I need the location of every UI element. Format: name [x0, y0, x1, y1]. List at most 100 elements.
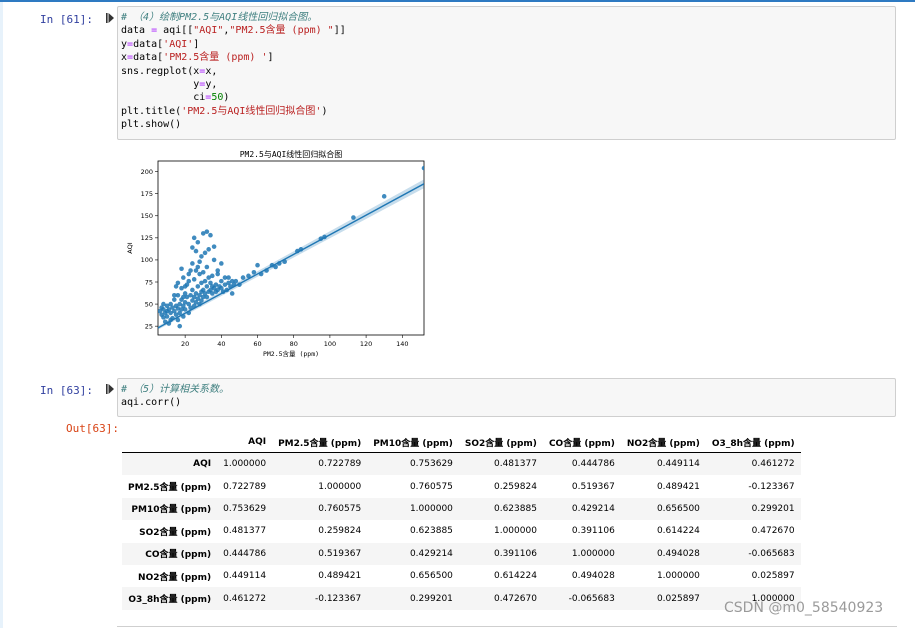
next-cell-border — [117, 626, 897, 627]
run-cell-icon[interactable] — [106, 384, 114, 394]
data-point — [190, 261, 195, 266]
column-header: AQI — [217, 432, 273, 453]
code-token: # （5）计算相关系数。 — [121, 384, 230, 395]
code-token: "AQI" — [193, 25, 224, 37]
y-axis-label: AQI — [126, 242, 134, 253]
table-cell: 1.000000 — [367, 497, 459, 521]
x-tick-label: 120 — [360, 340, 372, 348]
data-point — [191, 277, 197, 282]
data-point — [219, 278, 224, 284]
table-row: PM2.5含量 (ppm) 0.722789 1.000000 0.760575 0.2… — [122, 475, 801, 497]
table-cell: -0.065683 — [705, 542, 801, 565]
code-line: y=y, — [121, 78, 346, 91]
code-token: data[ — [133, 38, 164, 50]
code-token: 'PM2.5与AQI线性回归拟合图' — [181, 105, 322, 117]
data-point — [219, 261, 224, 266]
correlation-table: AQI PM2.5含量 (ppm) PM10含量 (ppm) SO2含量 (ppm) C… — [122, 432, 801, 610]
data-point — [190, 245, 195, 250]
data-point — [161, 301, 166, 307]
data-point — [193, 248, 199, 254]
code-editor-61[interactable]: # （4）绘制PM2.5与AQI线性回归拟合图。 data = aqi[["AQI… — [121, 11, 346, 132]
table-cell: 0.429214 — [542, 497, 621, 521]
code-token: # （4）绘制PM2.5与AQI线性回归拟合图。 — [121, 12, 318, 23]
code-token: ] — [267, 52, 274, 64]
watermark: CSDN @m0_58540923 — [724, 600, 884, 616]
code-line: aqi.corr() — [121, 396, 229, 409]
data-point — [251, 269, 257, 275]
table-row: CO含量 (ppm) 0.444786 0.519367 0.429214 0.3911… — [122, 542, 801, 565]
table-cell: 0.489421 — [656, 481, 700, 492]
table-cell: 0.472670 — [751, 526, 795, 537]
code-line: data = aqi[["AQI","PM2.5含量 (ppm) "]] — [121, 24, 346, 37]
table-row: AQI 1.000000 0.722789 0.753629 0.481377 0.444… — [122, 452, 801, 476]
table-cell: 0.494028 — [571, 571, 615, 582]
data-point — [211, 244, 217, 249]
table-cell: 0.494028 — [620, 542, 706, 565]
data-point — [173, 284, 179, 289]
code-token: data[ — [133, 52, 164, 64]
table-row: PM10含量 (ppm) 0.753629 0.760575 1.000000 0.62… — [122, 497, 801, 521]
data-point — [177, 323, 183, 329]
data-point — [181, 275, 186, 280]
table-cell: 1.000000 — [318, 481, 362, 492]
data-point — [240, 275, 246, 280]
table-cell: 0.449114 — [620, 452, 706, 476]
data-point — [195, 264, 201, 270]
code-token: y — [121, 79, 200, 91]
table-cell: 0.623885 — [409, 526, 453, 537]
code-line: # （5）计算相关系数。 — [121, 383, 229, 396]
table-cell: 0.614224 — [493, 571, 537, 582]
table-cell: 0.481377 — [458, 452, 543, 476]
data-point — [421, 165, 424, 171]
data-point — [171, 297, 177, 302]
run-cell-icon[interactable] — [106, 13, 114, 23]
data-point — [202, 278, 208, 284]
code-token: y, — [205, 79, 218, 91]
code-cell-63[interactable] — [117, 378, 896, 417]
column-header: SO2含量 (ppm) — [458, 432, 543, 453]
code-line: y=data['AQI'] — [121, 38, 346, 51]
table-cell: 0.299201 — [367, 587, 459, 610]
code-token: ) — [321, 105, 328, 117]
code-line: plt.show() — [121, 118, 346, 131]
code-token: plt.show() — [121, 119, 182, 131]
y-tick-label: 75 — [145, 278, 153, 286]
y-tick-label: 25 — [145, 322, 153, 330]
table-cell: 0.391106 — [571, 526, 615, 537]
data-point — [204, 294, 210, 300]
row-header: PM10含量 (ppm) — [122, 497, 218, 521]
table-cell: 0.519367 — [272, 542, 368, 565]
table-cell: 0.489421 — [318, 571, 362, 582]
table-cell: 0.444786 — [217, 542, 273, 565]
column-header: PM10含量 (ppm) — [367, 432, 459, 453]
table-cell: 0.753629 — [217, 497, 273, 521]
column-header: PM2.5含量 (ppm) — [272, 432, 368, 453]
table-cell: 0.722789 — [223, 481, 267, 492]
code-line: ci=50) — [121, 91, 346, 104]
data-point — [211, 257, 217, 263]
selected-cell-top-border — [0, 0, 915, 2]
table-cell: 0.481377 — [223, 526, 267, 537]
y-tick-label: 150 — [141, 212, 153, 220]
row-header: AQI — [122, 452, 218, 476]
code-token: ci — [121, 92, 206, 104]
x-tick-label: 60 — [253, 340, 261, 348]
data-point — [191, 235, 197, 241]
input-prompt-61: In [61]: — [40, 13, 93, 26]
code-token: ]] — [333, 25, 346, 37]
code-editor-63[interactable]: # （5）计算相关系数。 aqi.corr() — [121, 383, 229, 410]
y-tick-label: 200 — [141, 168, 153, 176]
table-cell: 0.259824 — [318, 526, 362, 537]
table-cell: 0.623885 — [458, 497, 543, 521]
code-token: aqi.corr() — [121, 397, 182, 409]
data-point — [197, 271, 202, 277]
data-point — [195, 239, 201, 245]
table-row: O3_8h含量 (ppm) 0.461272 -0.123367 0.299201 0.… — [122, 587, 801, 610]
table-cell: 0.760575 — [409, 481, 453, 492]
code-token: ) — [223, 92, 230, 104]
data-point — [197, 259, 202, 264]
plot-frame — [157, 160, 425, 336]
column-header: NO2含量 (ppm) — [620, 432, 706, 453]
x-tick-label: 100 — [324, 340, 336, 348]
table-cell: 0.656500 — [620, 497, 706, 521]
